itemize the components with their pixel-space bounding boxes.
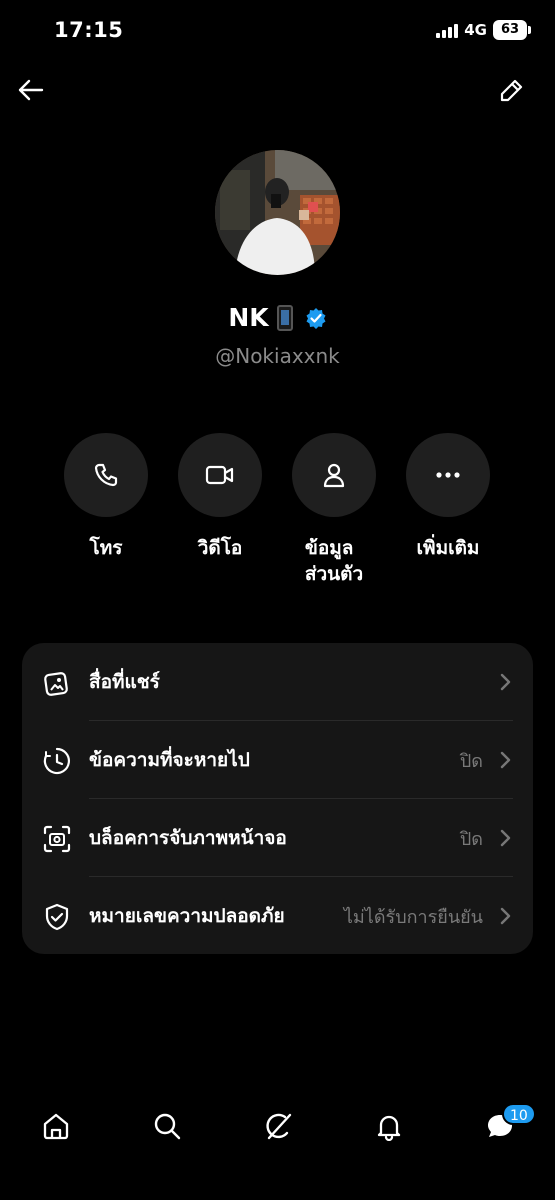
chevron-right-icon <box>500 751 511 769</box>
nav-search[interactable] <box>147 1106 187 1146</box>
shared-media-label: สื่อที่แชร์ <box>89 671 160 693</box>
more-action[interactable]: เพิ่มเติม <box>393 433 503 561</box>
profile-name-row: NK <box>0 303 555 332</box>
profile-info-action[interactable]: ข้อมูล ส่วนตัว <box>279 433 389 587</box>
phone-icon <box>94 463 118 487</box>
battery-icon: 63 <box>493 20 531 40</box>
shared-media-icon <box>44 672 68 696</box>
nav-grok[interactable] <box>258 1106 298 1146</box>
edit-button[interactable] <box>494 72 530 108</box>
nav-home[interactable] <box>36 1106 76 1146</box>
safety-number-value: ไม่ได้รับการยืนยัน <box>343 907 483 928</box>
network-type: 4G <box>464 21 487 39</box>
safety-number-label: หมายเลขความปลอดภัย <box>89 905 285 927</box>
messages-badge: 10 <box>502 1103 536 1125</box>
verified-badge-icon <box>306 307 326 329</box>
status-time: 17:15 <box>54 18 124 42</box>
disappearing-messages-row[interactable]: ข้อความที่จะหายไป ปิด <box>22 721 533 798</box>
disappearing-messages-value: ปิด <box>459 751 483 772</box>
home-icon <box>43 1113 69 1140</box>
bottom-navigation <box>0 1090 555 1160</box>
status-indicators: 4G 63 <box>436 20 531 40</box>
disappearing-messages-label: ข้อความที่จะหายไป <box>89 749 250 771</box>
profile-info-label-line2: ส่วนตัว <box>304 563 364 585</box>
screenshot-block-value: ปิด <box>459 829 483 850</box>
screenshot-block-row[interactable]: บล็อคการจับภาพหน้าจอ ปิด <box>22 799 533 876</box>
profile-info-button[interactable] <box>292 433 376 517</box>
nav-notifications[interactable] <box>369 1106 409 1146</box>
screenshot-block-label: บล็อคการจับภาพหน้าจอ <box>89 827 287 849</box>
profile-handle: @Nokiaxxnk <box>215 344 340 368</box>
profile-info-label: ข้อมูล ส่วนตัว <box>305 535 363 587</box>
shield-check-icon <box>45 903 69 931</box>
arrow-left-icon <box>18 79 44 101</box>
more-label: เพิ่มเติม <box>416 537 480 559</box>
more-icon <box>436 472 460 478</box>
video-camera-icon <box>205 465 234 485</box>
avatar[interactable] <box>215 150 340 275</box>
notifications-icon <box>377 1115 401 1141</box>
shared-media-row[interactable]: สื่อที่แชร์ <box>22 643 533 720</box>
safety-number-row[interactable]: หมายเลขความปลอดภัย ไม่ได้รับการยืนยัน <box>22 877 533 954</box>
chevron-right-icon <box>500 829 511 847</box>
status-bar: 17:15 4G 63 <box>0 0 555 64</box>
more-button[interactable] <box>406 433 490 517</box>
video-button[interactable] <box>178 433 262 517</box>
disappearing-messages-icon <box>43 747 70 775</box>
mobile-phone-emoji <box>276 304 293 331</box>
grok-icon <box>266 1113 292 1140</box>
profile-name: NK <box>228 303 269 332</box>
settings-card: สื่อที่แชร์ ข้อความที่จะหายไป ปิด บล็อคก… <box>22 643 533 954</box>
video-action[interactable]: วิดีโอ <box>165 433 275 561</box>
pencil-icon <box>500 79 523 102</box>
screenshot-block-icon <box>43 825 71 853</box>
call-action[interactable]: โทร <box>51 433 161 561</box>
signal-icon <box>436 22 459 38</box>
person-icon <box>323 463 345 488</box>
call-label: โทร <box>89 537 123 559</box>
back-button[interactable] <box>13 72 49 108</box>
video-label: วิดีโอ <box>197 537 243 559</box>
search-icon <box>154 1113 181 1140</box>
call-button[interactable] <box>64 433 148 517</box>
chevron-right-icon <box>500 673 511 691</box>
chevron-right-icon <box>500 907 511 925</box>
profile-info-label-line1: ข้อมูล <box>304 537 354 559</box>
avatar-photo <box>215 150 340 275</box>
